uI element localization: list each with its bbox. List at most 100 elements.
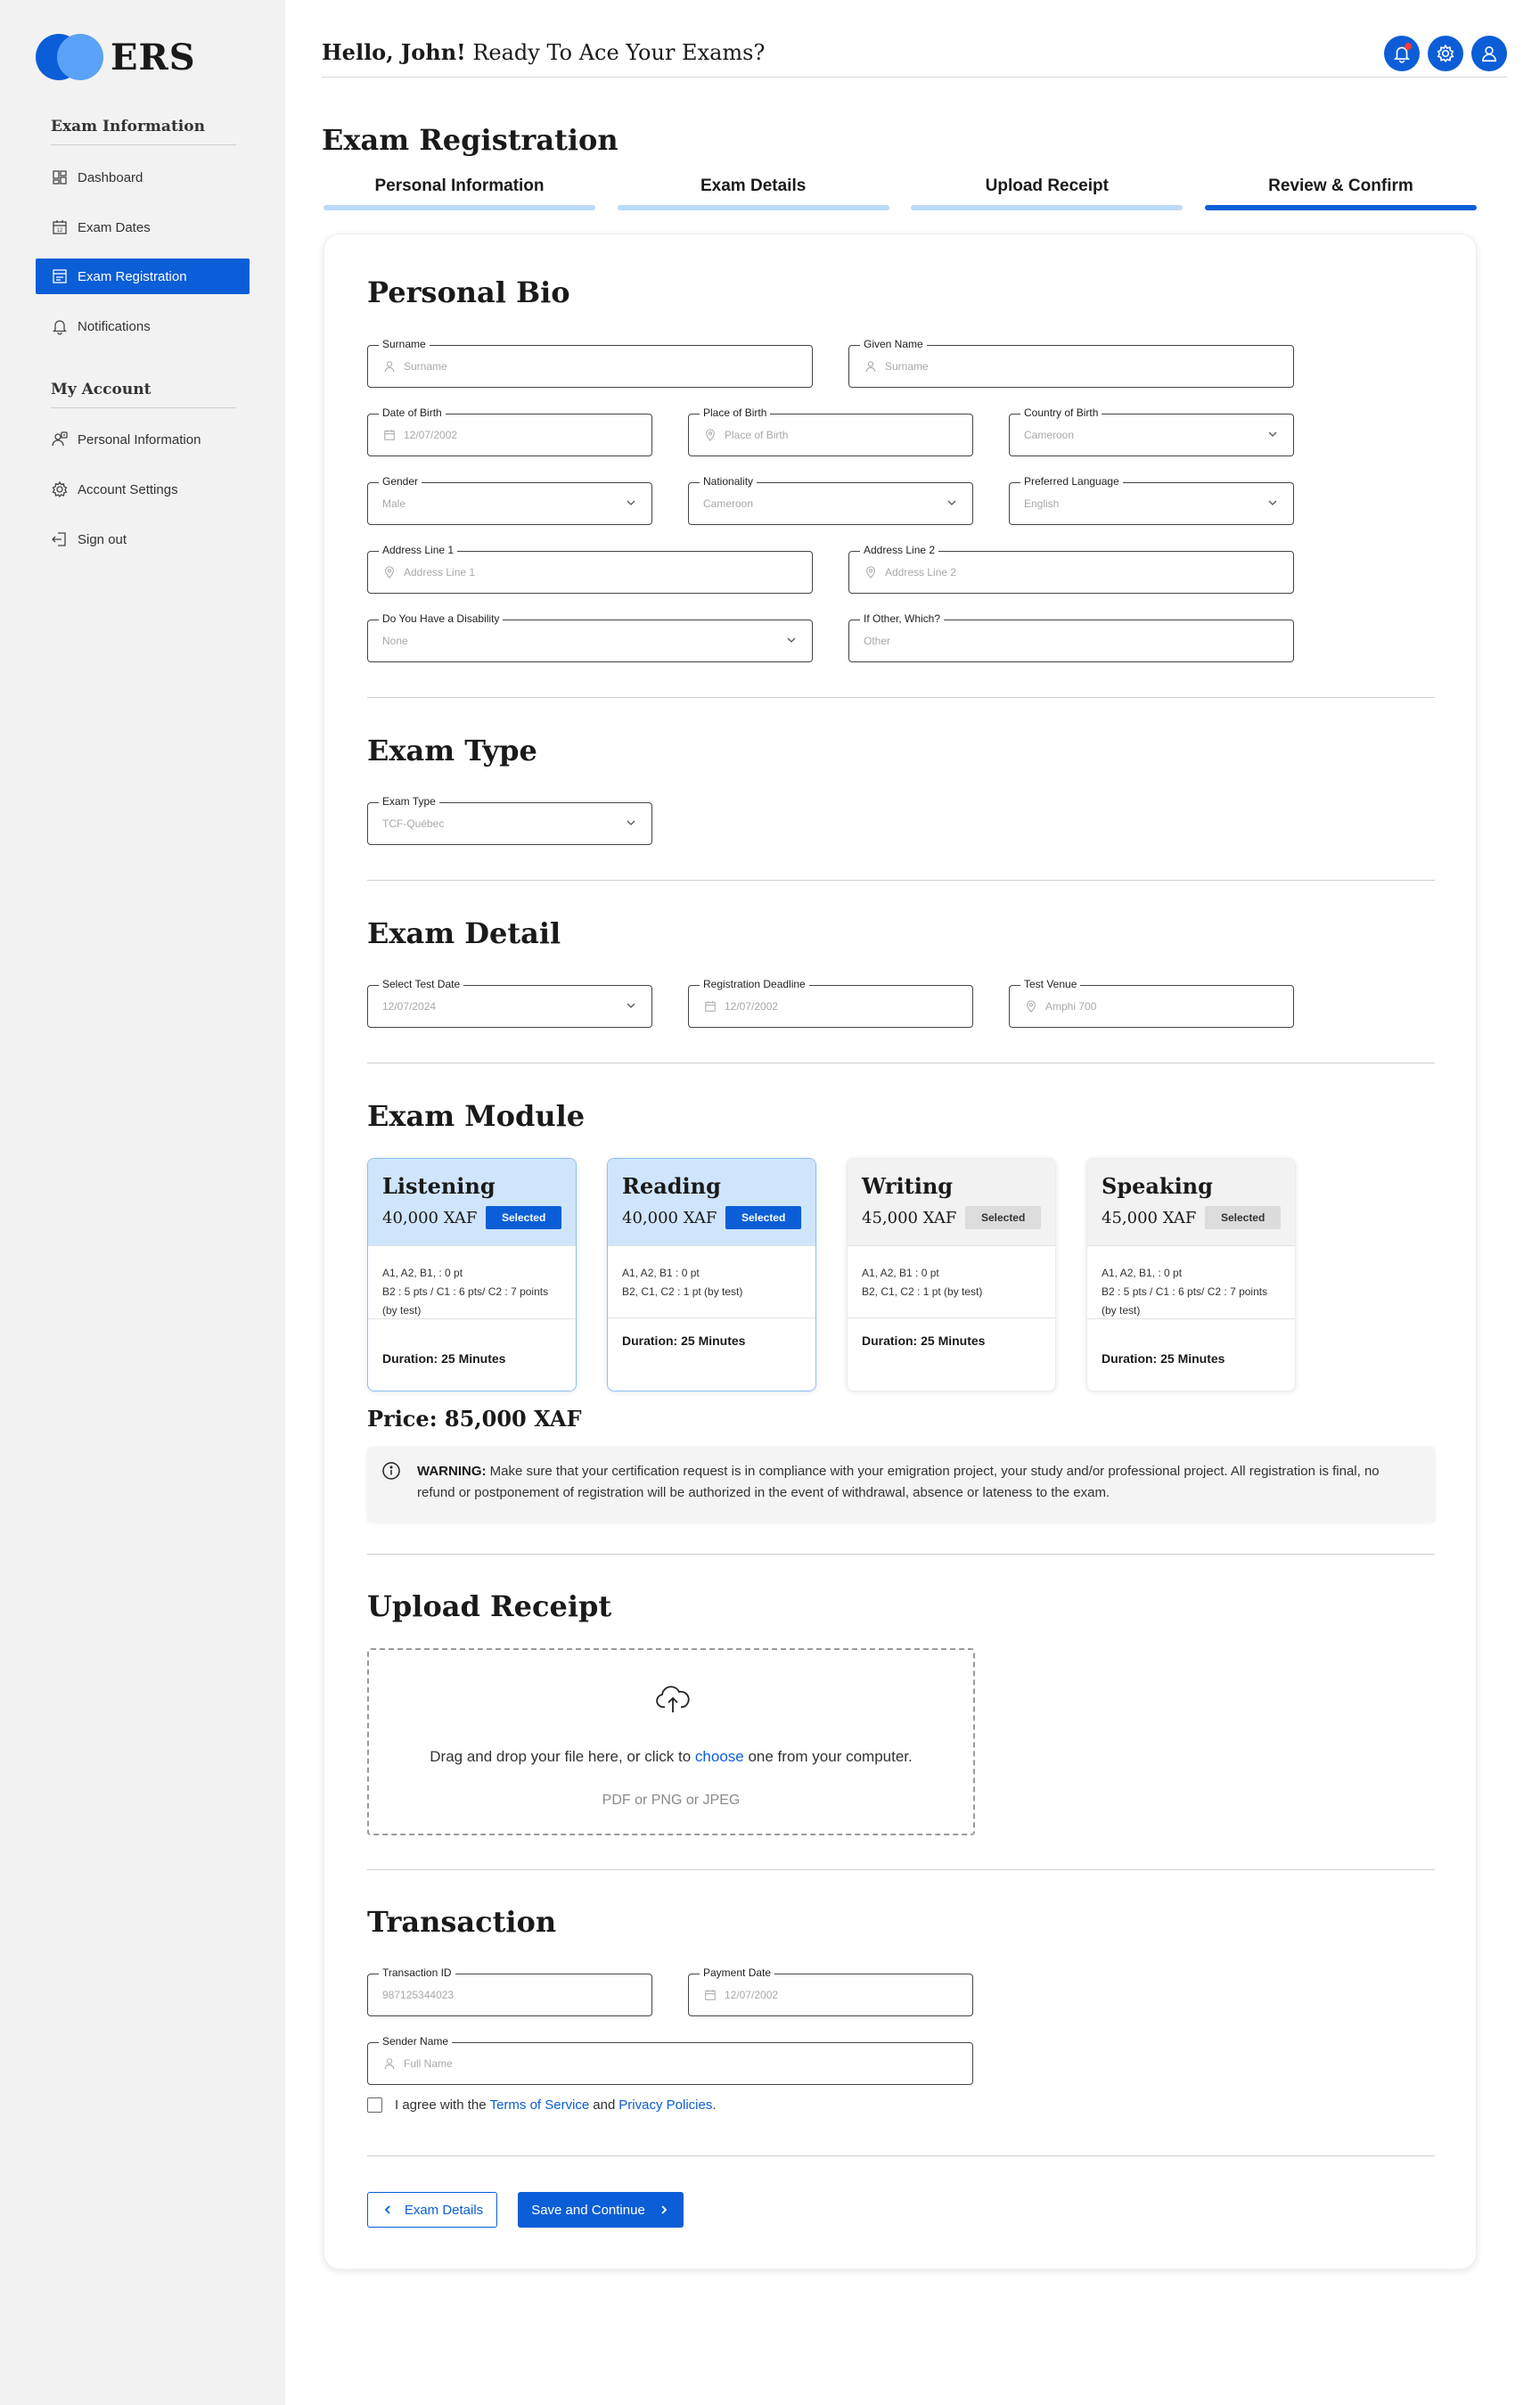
module-duration: Duration: 25 Minutes xyxy=(382,1351,506,1366)
calendar-icon xyxy=(703,999,717,1014)
header-divider xyxy=(322,77,1507,78)
section-title-exam-type: Exam Type xyxy=(367,734,537,767)
section-title-exam-detail: Exam Detail xyxy=(367,916,561,950)
exam-type-select[interactable]: Exam Type TCF-Québec xyxy=(367,794,652,845)
file-dropzone[interactable]: Drag and drop your file here, or click t… xyxy=(367,1648,975,1835)
sidebar-item-account-settings[interactable]: Account Settings xyxy=(36,472,250,507)
section-divider xyxy=(367,1554,1435,1555)
terms-of-service-link[interactable]: Terms of Service xyxy=(490,2097,590,2113)
back-exam-details-button[interactable]: Exam Details xyxy=(367,2192,497,2228)
agree-checkbox[interactable] xyxy=(367,2097,382,2113)
module-card-writing[interactable]: Writing 45,000 XAF Selected A1, A2, B1 : … xyxy=(847,1158,1056,1391)
module-description: A1, A2, B1 : 0 pt B2, C1, C2 : 1 pt (by t… xyxy=(862,1267,983,1298)
user-icon xyxy=(1482,46,1496,62)
step-personal-information[interactable]: Personal Information xyxy=(324,176,595,210)
module-card-speaking[interactable]: Speaking 45,000 XAF Selected A1, A2, B1, … xyxy=(1086,1158,1296,1391)
module-duration: Duration: 25 Minutes xyxy=(622,1334,746,1348)
given-name-field[interactable]: Given Name Surname xyxy=(848,337,1294,388)
sign-out-icon xyxy=(51,530,69,548)
sidebar-item-label: Account Settings xyxy=(78,481,178,497)
sidebar-section-my-account: My Account xyxy=(51,381,236,408)
settings-button[interactable] xyxy=(1428,36,1463,71)
notifications-button[interactable] xyxy=(1384,36,1420,71)
logo-mark-icon xyxy=(36,34,103,80)
nationality-select[interactable]: Nationality Cameroon xyxy=(688,474,973,525)
disability-select[interactable]: Do You Have a Disability None xyxy=(367,612,813,662)
date-of-birth-field[interactable]: Date of Birth 12/07/2002 xyxy=(367,406,652,456)
person-info-icon xyxy=(51,431,69,448)
step-bar xyxy=(911,205,1184,210)
calendar-icon: 12 xyxy=(51,218,69,236)
address-line-2-field[interactable]: Address Line 2 Address Line 2 xyxy=(848,543,1294,594)
module-description: A1, A2, B1, : 0 pt B2 : 5 pts / C1 : 6 pt… xyxy=(1102,1267,1268,1317)
file-formats: PDF or PNG or JPEG xyxy=(602,1793,741,1808)
sidebar-item-personal-information[interactable]: Personal Information xyxy=(36,422,250,457)
chevron-down-icon xyxy=(627,820,635,825)
calendar-icon xyxy=(703,1988,717,2002)
logo[interactable]: ERS xyxy=(36,34,196,80)
section-divider xyxy=(367,697,1435,698)
profile-button[interactable] xyxy=(1471,36,1507,71)
sidebar-item-label: Sign out xyxy=(78,531,127,547)
bell-icon xyxy=(51,317,69,335)
surname-field[interactable]: Surname Surname xyxy=(367,337,813,388)
selected-badge[interactable]: Selected xyxy=(1205,1206,1281,1229)
privacy-policies-link[interactable]: Privacy Policies xyxy=(618,2097,712,2113)
step-upload-receipt[interactable]: Upload Receipt xyxy=(911,176,1184,210)
choose-file-link[interactable]: choose xyxy=(695,1748,744,1765)
sidebar: ERS Exam Information Dashboard 12 Exam D… xyxy=(0,0,285,2405)
country-of-birth-select[interactable]: Country of Birth Cameroon xyxy=(1009,406,1294,456)
chevron-down-icon xyxy=(787,637,796,643)
stepper: Personal Information Exam Details Upload… xyxy=(324,176,1477,210)
registration-form-card: Personal Bio Surname Surname Given Name … xyxy=(324,234,1477,2270)
step-bar xyxy=(1204,205,1477,210)
sidebar-item-label: Exam Registration xyxy=(78,268,187,284)
location-pin-icon xyxy=(864,565,878,579)
person-icon xyxy=(382,359,397,373)
test-venue-field[interactable]: Test Venue Amphi 700 xyxy=(1009,977,1294,1028)
sidebar-item-label: Notifications xyxy=(78,318,151,334)
selected-badge[interactable]: Selected xyxy=(725,1206,801,1229)
registration-deadline-field[interactable]: Registration Deadline 12/07/2002 xyxy=(688,977,973,1028)
test-date-select[interactable]: Select Test Date 12/07/2024 xyxy=(367,977,652,1028)
sender-name-field[interactable]: Sender Name Full Name xyxy=(367,2034,973,2085)
logo-text: ERS xyxy=(111,36,196,78)
sidebar-item-label: Dashboard xyxy=(78,169,143,185)
chevron-down-icon xyxy=(947,500,956,505)
section-divider xyxy=(367,1869,1435,1870)
save-and-continue-button[interactable]: Save and Continue xyxy=(518,2192,684,2228)
module-card-listening[interactable]: Listening 40,000 XAF Selected A1, A2, B1,… xyxy=(367,1158,577,1391)
chevron-left-icon xyxy=(384,2205,390,2214)
place-of-birth-field[interactable]: Place of Birth Place of Birth xyxy=(688,406,973,456)
section-title-upload-receipt: Upload Receipt xyxy=(367,1589,612,1623)
sidebar-item-dashboard[interactable]: Dashboard xyxy=(36,160,250,195)
notification-badge xyxy=(1405,43,1412,50)
transaction-id-field[interactable]: Transaction ID 987125344023 xyxy=(367,1966,652,2016)
preferred-language-select[interactable]: Preferred Language English xyxy=(1009,474,1294,525)
other-disability-field[interactable]: If Other, Which? Other xyxy=(848,612,1294,662)
sidebar-item-sign-out[interactable]: Sign out xyxy=(36,521,250,557)
step-exam-details[interactable]: Exam Details xyxy=(617,176,889,210)
gender-select[interactable]: Gender Male xyxy=(367,474,652,525)
payment-date-field[interactable]: Payment Date 12/07/2002 xyxy=(688,1966,973,2016)
module-card-reading[interactable]: Reading 40,000 XAF Selected A1, A2, B1 : … xyxy=(607,1158,816,1391)
sidebar-item-exam-registration[interactable]: Exam Registration xyxy=(36,259,250,294)
header-actions xyxy=(1384,36,1507,71)
selected-badge[interactable]: Selected xyxy=(965,1206,1041,1229)
selected-badge[interactable]: Selected xyxy=(486,1206,561,1229)
module-description: A1, A2, B1 : 0 pt B2, C1, C2 : 1 pt (by t… xyxy=(622,1267,743,1298)
calendar-icon xyxy=(382,428,397,442)
page-title: Exam Registration xyxy=(322,123,618,157)
cloud-upload-icon xyxy=(656,1686,690,1712)
section-divider xyxy=(367,880,1435,881)
dashboard-icon xyxy=(51,168,69,186)
step-bar xyxy=(617,205,889,210)
step-review-confirm[interactable]: Review & Confirm xyxy=(1204,176,1477,210)
location-pin-icon xyxy=(1024,999,1038,1014)
step-bar xyxy=(324,205,595,210)
sidebar-item-notifications[interactable]: Notifications xyxy=(36,308,250,344)
location-pin-icon xyxy=(382,565,397,579)
address-line-1-field[interactable]: Address Line 1 Address Line 1 xyxy=(367,543,813,594)
sidebar-item-exam-dates[interactable]: 12 Exam Dates xyxy=(36,209,250,245)
person-icon xyxy=(864,359,878,373)
